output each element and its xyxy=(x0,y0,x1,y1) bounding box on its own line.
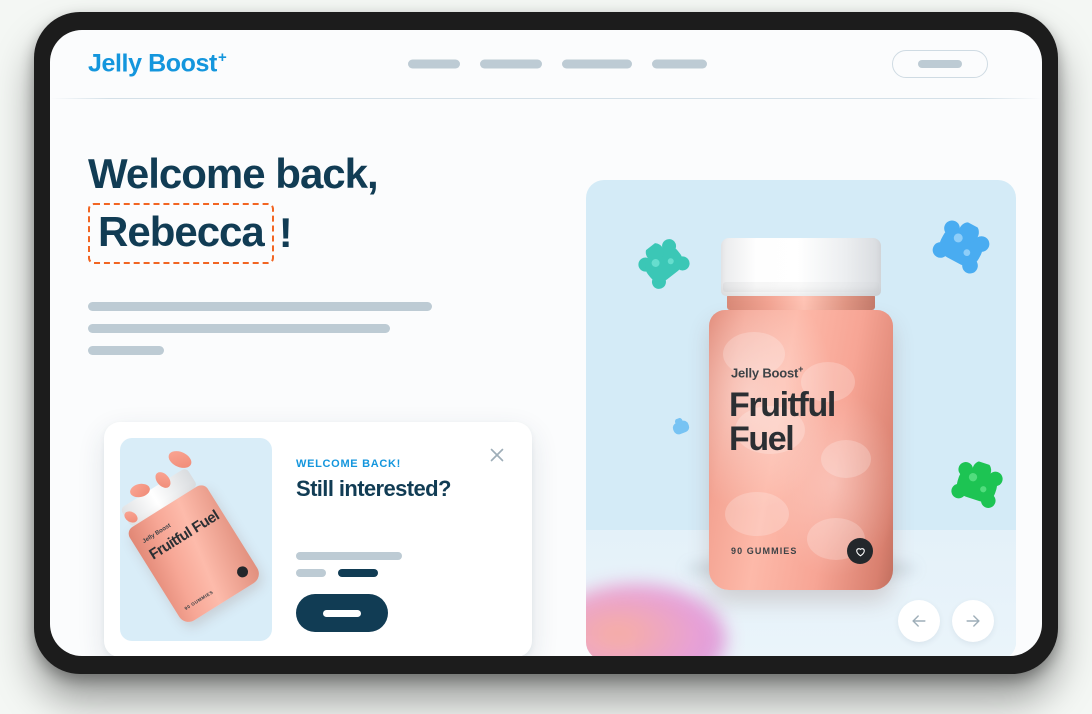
greeting-exclamation: ! xyxy=(278,208,293,256)
promo-cta-button[interactable] xyxy=(296,594,388,632)
page-title: Welcome back, Rebecca ! xyxy=(88,148,570,264)
bottle-label-product-name-line2: Fuel xyxy=(729,420,795,458)
tablet-device-frame: Jelly Boost+ Welcome back, Rebecca ! Jel… xyxy=(34,12,1058,674)
promo-body-line-2 xyxy=(296,569,326,577)
carousel-next-button[interactable] xyxy=(952,600,994,642)
user-name-highlight: Rebecca xyxy=(88,202,274,264)
close-icon[interactable] xyxy=(486,444,508,466)
promo-bottle-badge-icon xyxy=(234,564,251,580)
bottle-content-blob-5 xyxy=(725,492,789,536)
bottle-label-brand-text: Jelly Boost xyxy=(731,365,799,381)
promo-body-highlight xyxy=(338,569,378,577)
body-line-1 xyxy=(88,301,432,311)
promo-body-placeholder xyxy=(296,552,504,577)
brand-logo-plus: + xyxy=(217,49,227,67)
bottle-label-product-name-line1: Fruitful xyxy=(729,386,836,424)
brand-logo[interactable]: Jelly Boost+ xyxy=(88,49,227,78)
body-line-3 xyxy=(88,345,164,355)
nav-item-2[interactable] xyxy=(480,59,542,69)
gummy-bear-mini-blue-icon xyxy=(667,415,694,440)
site-header: Jelly Boost+ xyxy=(50,30,1042,98)
bottle-label-brand: Jelly Boost+ xyxy=(731,364,803,380)
carousel-prev-button[interactable] xyxy=(898,600,940,642)
promo-bottle-count: 90 GUMMIES xyxy=(183,589,215,612)
promo-cta-label-placeholder xyxy=(323,609,361,617)
header-cta-label-placeholder xyxy=(918,60,962,68)
bottle-body: Jelly Boost+ Fruitful Fuel 90 GUMMIES xyxy=(709,310,893,590)
nav-item-1[interactable] xyxy=(408,59,460,69)
brand-logo-text: Jelly Boost xyxy=(88,49,217,78)
promo-body-row-1 xyxy=(296,552,504,560)
bottle-cap xyxy=(721,238,881,296)
hero-left-column: Welcome back, Rebecca ! Jelly Boost Frui… xyxy=(50,98,570,656)
nav-item-3[interactable] xyxy=(562,59,632,69)
hero-body-placeholder xyxy=(88,301,570,355)
arrow-left-icon xyxy=(912,615,926,627)
promo-thumbnail: Jelly Boost Fruitful Fuel 90 GUMMIES xyxy=(120,438,272,641)
carousel-navigation xyxy=(898,600,994,642)
heart-icon xyxy=(847,538,873,564)
page-main: Welcome back, Rebecca ! Jelly Boost Frui… xyxy=(50,98,1042,656)
main-navigation xyxy=(408,59,707,69)
header-cta-button[interactable] xyxy=(892,50,988,78)
promo-body-line-1 xyxy=(296,552,402,560)
gummy-bear-blue-icon xyxy=(924,211,999,282)
greeting-line-1: Welcome back, xyxy=(88,150,379,197)
promo-card[interactable]: Jelly Boost Fruitful Fuel 90 GUMMIES WEL… xyxy=(104,422,532,656)
greeting-line-2: Rebecca ! xyxy=(88,202,570,264)
promo-title: Still interested? xyxy=(296,476,451,501)
promo-content: WELCOME BACK! Still interested? xyxy=(272,438,516,641)
nav-item-4[interactable] xyxy=(652,59,707,69)
gummy-bear-teal-icon xyxy=(630,231,698,298)
browser-screen: Jelly Boost+ Welcome back, Rebecca ! Jel… xyxy=(50,30,1042,656)
product-bottle: Jelly Boost+ Fruitful Fuel 90 GUMMIES xyxy=(709,238,893,590)
arrow-right-icon xyxy=(966,615,980,627)
bottle-neck xyxy=(727,294,875,310)
product-showcase-panel: Jelly Boost+ Fruitful Fuel 90 GUMMIES xyxy=(586,180,1016,656)
bottle-label-count: 90 GUMMIES xyxy=(731,546,798,556)
promo-body-row-2 xyxy=(296,569,504,577)
bottle-label-product-name: Fruitful Fuel xyxy=(729,386,836,458)
gummy-bear-green-icon xyxy=(944,455,1010,515)
body-line-2 xyxy=(88,323,390,333)
promo-eyebrow: WELCOME BACK! xyxy=(296,458,402,470)
bottle-label-brand-plus: + xyxy=(798,364,804,374)
